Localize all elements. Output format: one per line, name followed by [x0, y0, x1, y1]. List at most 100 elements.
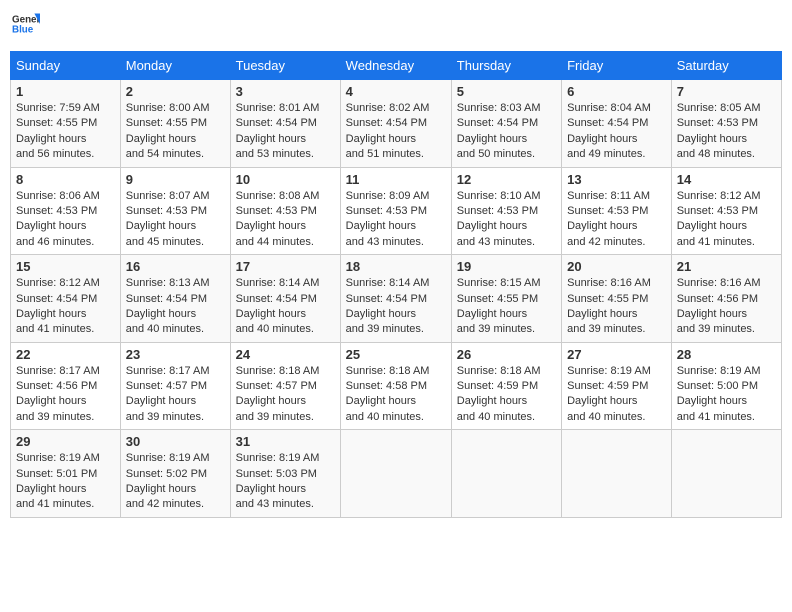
- calendar-week-1: 1 Sunrise: 7:59 AM Sunset: 4:55 PM Dayli…: [11, 80, 782, 168]
- weekday-header-monday: Monday: [120, 52, 230, 80]
- day-info: Sunrise: 8:07 AM Sunset: 4:53 PM Dayligh…: [126, 189, 225, 251]
- day-info: Sunrise: 8:08 AM Sunset: 4:53 PM Dayligh…: [236, 189, 335, 251]
- day-number: 28: [677, 347, 776, 362]
- weekday-header-friday: Friday: [562, 52, 672, 80]
- calendar-cell: 30 Sunrise: 8:19 AM Sunset: 5:02 PM Dayl…: [120, 430, 230, 518]
- day-info: Sunrise: 8:01 AM Sunset: 4:54 PM Dayligh…: [236, 101, 335, 163]
- logo: General Blue: [10, 10, 40, 43]
- calendar-cell: 19 Sunrise: 8:15 AM Sunset: 4:55 PM Dayl…: [451, 255, 561, 343]
- day-info: Sunrise: 8:04 AM Sunset: 4:54 PM Dayligh…: [567, 101, 666, 163]
- day-info: Sunrise: 8:02 AM Sunset: 4:54 PM Dayligh…: [346, 101, 446, 163]
- day-number: 16: [126, 259, 225, 274]
- calendar-cell: [671, 430, 781, 518]
- day-info: Sunrise: 8:14 AM Sunset: 4:54 PM Dayligh…: [236, 276, 335, 338]
- calendar-cell: 17 Sunrise: 8:14 AM Sunset: 4:54 PM Dayl…: [230, 255, 340, 343]
- calendar-cell: 13 Sunrise: 8:11 AM Sunset: 4:53 PM Dayl…: [562, 167, 672, 255]
- calendar-cell: 20 Sunrise: 8:16 AM Sunset: 4:55 PM Dayl…: [562, 255, 672, 343]
- day-number: 21: [677, 259, 776, 274]
- day-number: 26: [457, 347, 556, 362]
- calendar-cell: 22 Sunrise: 8:17 AM Sunset: 4:56 PM Dayl…: [11, 342, 121, 430]
- calendar-cell: 18 Sunrise: 8:14 AM Sunset: 4:54 PM Dayl…: [340, 255, 451, 343]
- day-info: Sunrise: 8:12 AM Sunset: 4:53 PM Dayligh…: [677, 189, 776, 251]
- calendar-cell: [562, 430, 672, 518]
- day-number: 17: [236, 259, 335, 274]
- calendar-table: SundayMondayTuesdayWednesdayThursdayFrid…: [10, 51, 782, 518]
- day-number: 5: [457, 84, 556, 99]
- calendar-cell: 4 Sunrise: 8:02 AM Sunset: 4:54 PM Dayli…: [340, 80, 451, 168]
- calendar-cell: [340, 430, 451, 518]
- day-number: 20: [567, 259, 666, 274]
- day-number: 3: [236, 84, 335, 99]
- day-info: Sunrise: 8:19 AM Sunset: 4:59 PM Dayligh…: [567, 364, 666, 426]
- calendar-cell: 1 Sunrise: 7:59 AM Sunset: 4:55 PM Dayli…: [11, 80, 121, 168]
- svg-text:Blue: Blue: [12, 24, 34, 35]
- calendar-cell: 24 Sunrise: 8:18 AM Sunset: 4:57 PM Dayl…: [230, 342, 340, 430]
- calendar-cell: 8 Sunrise: 8:06 AM Sunset: 4:53 PM Dayli…: [11, 167, 121, 255]
- calendar-cell: 2 Sunrise: 8:00 AM Sunset: 4:55 PM Dayli…: [120, 80, 230, 168]
- calendar-cell: 5 Sunrise: 8:03 AM Sunset: 4:54 PM Dayli…: [451, 80, 561, 168]
- day-info: Sunrise: 8:19 AM Sunset: 5:01 PM Dayligh…: [16, 451, 115, 513]
- calendar-cell: 3 Sunrise: 8:01 AM Sunset: 4:54 PM Dayli…: [230, 80, 340, 168]
- calendar-week-3: 15 Sunrise: 8:12 AM Sunset: 4:54 PM Dayl…: [11, 255, 782, 343]
- day-number: 1: [16, 84, 115, 99]
- page-header: General Blue: [10, 10, 782, 43]
- day-number: 30: [126, 434, 225, 449]
- calendar-cell: 7 Sunrise: 8:05 AM Sunset: 4:53 PM Dayli…: [671, 80, 781, 168]
- calendar-cell: 12 Sunrise: 8:10 AM Sunset: 4:53 PM Dayl…: [451, 167, 561, 255]
- day-info: Sunrise: 8:13 AM Sunset: 4:54 PM Dayligh…: [126, 276, 225, 338]
- calendar-week-4: 22 Sunrise: 8:17 AM Sunset: 4:56 PM Dayl…: [11, 342, 782, 430]
- logo-icon: General Blue: [12, 10, 40, 38]
- day-info: Sunrise: 8:12 AM Sunset: 4:54 PM Dayligh…: [16, 276, 115, 338]
- day-info: Sunrise: 7:59 AM Sunset: 4:55 PM Dayligh…: [16, 101, 115, 163]
- calendar-cell: 15 Sunrise: 8:12 AM Sunset: 4:54 PM Dayl…: [11, 255, 121, 343]
- calendar-cell: 16 Sunrise: 8:13 AM Sunset: 4:54 PM Dayl…: [120, 255, 230, 343]
- day-info: Sunrise: 8:15 AM Sunset: 4:55 PM Dayligh…: [457, 276, 556, 338]
- calendar-cell: 31 Sunrise: 8:19 AM Sunset: 5:03 PM Dayl…: [230, 430, 340, 518]
- day-number: 12: [457, 172, 556, 187]
- calendar-cell: 27 Sunrise: 8:19 AM Sunset: 4:59 PM Dayl…: [562, 342, 672, 430]
- day-number: 18: [346, 259, 446, 274]
- day-number: 23: [126, 347, 225, 362]
- calendar-cell: 29 Sunrise: 8:19 AM Sunset: 5:01 PM Dayl…: [11, 430, 121, 518]
- weekday-header-sunday: Sunday: [11, 52, 121, 80]
- weekday-header-wednesday: Wednesday: [340, 52, 451, 80]
- day-info: Sunrise: 8:03 AM Sunset: 4:54 PM Dayligh…: [457, 101, 556, 163]
- day-info: Sunrise: 8:17 AM Sunset: 4:57 PM Dayligh…: [126, 364, 225, 426]
- calendar-cell: [451, 430, 561, 518]
- day-info: Sunrise: 8:00 AM Sunset: 4:55 PM Dayligh…: [126, 101, 225, 163]
- calendar-cell: 10 Sunrise: 8:08 AM Sunset: 4:53 PM Dayl…: [230, 167, 340, 255]
- calendar-cell: 14 Sunrise: 8:12 AM Sunset: 4:53 PM Dayl…: [671, 167, 781, 255]
- calendar-cell: 9 Sunrise: 8:07 AM Sunset: 4:53 PM Dayli…: [120, 167, 230, 255]
- day-info: Sunrise: 8:09 AM Sunset: 4:53 PM Dayligh…: [346, 189, 446, 251]
- day-number: 19: [457, 259, 556, 274]
- day-number: 6: [567, 84, 666, 99]
- day-number: 27: [567, 347, 666, 362]
- calendar-cell: 21 Sunrise: 8:16 AM Sunset: 4:56 PM Dayl…: [671, 255, 781, 343]
- day-number: 9: [126, 172, 225, 187]
- day-number: 2: [126, 84, 225, 99]
- day-info: Sunrise: 8:16 AM Sunset: 4:56 PM Dayligh…: [677, 276, 776, 338]
- day-info: Sunrise: 8:10 AM Sunset: 4:53 PM Dayligh…: [457, 189, 556, 251]
- calendar-cell: 28 Sunrise: 8:19 AM Sunset: 5:00 PM Dayl…: [671, 342, 781, 430]
- weekday-header-tuesday: Tuesday: [230, 52, 340, 80]
- calendar-cell: 23 Sunrise: 8:17 AM Sunset: 4:57 PM Dayl…: [120, 342, 230, 430]
- day-number: 31: [236, 434, 335, 449]
- day-info: Sunrise: 8:19 AM Sunset: 5:00 PM Dayligh…: [677, 364, 776, 426]
- day-number: 14: [677, 172, 776, 187]
- day-number: 11: [346, 172, 446, 187]
- day-info: Sunrise: 8:16 AM Sunset: 4:55 PM Dayligh…: [567, 276, 666, 338]
- day-info: Sunrise: 8:18 AM Sunset: 4:57 PM Dayligh…: [236, 364, 335, 426]
- day-number: 8: [16, 172, 115, 187]
- day-info: Sunrise: 8:14 AM Sunset: 4:54 PM Dayligh…: [346, 276, 446, 338]
- weekday-header-saturday: Saturday: [671, 52, 781, 80]
- day-number: 10: [236, 172, 335, 187]
- day-info: Sunrise: 8:05 AM Sunset: 4:53 PM Dayligh…: [677, 101, 776, 163]
- day-number: 24: [236, 347, 335, 362]
- day-info: Sunrise: 8:06 AM Sunset: 4:53 PM Dayligh…: [16, 189, 115, 251]
- calendar-cell: 11 Sunrise: 8:09 AM Sunset: 4:53 PM Dayl…: [340, 167, 451, 255]
- day-number: 13: [567, 172, 666, 187]
- day-number: 4: [346, 84, 446, 99]
- day-number: 25: [346, 347, 446, 362]
- day-number: 22: [16, 347, 115, 362]
- day-info: Sunrise: 8:18 AM Sunset: 4:59 PM Dayligh…: [457, 364, 556, 426]
